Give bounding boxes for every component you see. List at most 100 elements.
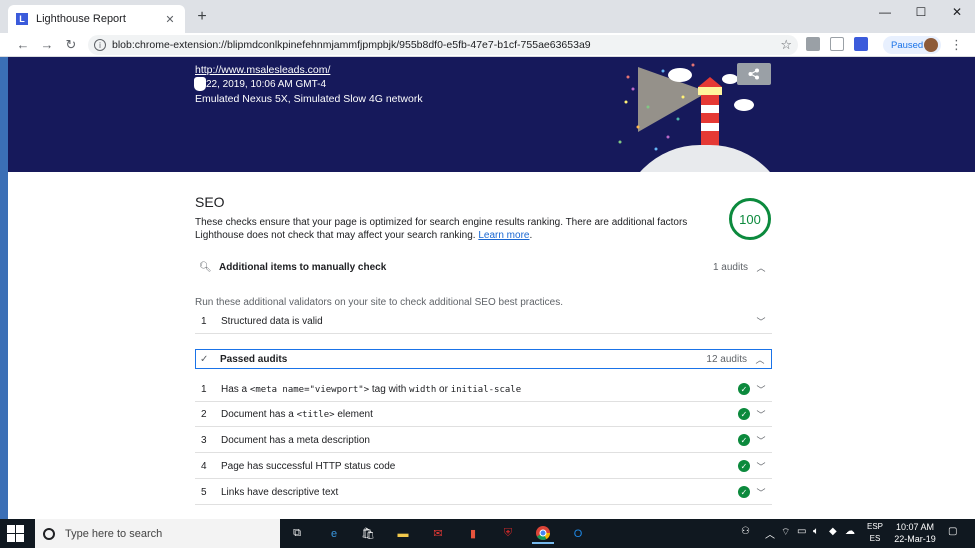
dropbox-icon[interactable]: ◆ xyxy=(829,526,837,537)
screen: L Lighthouse Report ✕ + — ☐ ✕ ← → ↻ i bl… xyxy=(0,0,975,548)
people-icon[interactable]: ⚇ xyxy=(741,526,750,537)
tab-strip: L Lighthouse Report ✕ + — ☐ ✕ xyxy=(0,0,975,33)
magnifier-icon: 🔍︎ xyxy=(199,261,212,273)
audit-title: Page has successful HTTP status code xyxy=(221,460,396,472)
reload-icon[interactable]: ↻ xyxy=(62,36,80,54)
tab-close-icon[interactable]: ✕ xyxy=(163,13,177,26)
profile-paused-button[interactable]: Paused xyxy=(883,36,941,54)
site-url-link[interactable]: http://www.msalesleads.com/ xyxy=(195,64,330,76)
battery-icon[interactable]: ▭ xyxy=(797,526,806,537)
tab-title: Lighthouse Report xyxy=(36,13,126,25)
edge-icon[interactable]: e xyxy=(323,523,345,544)
chevron-down-icon: ﹀ xyxy=(756,435,766,446)
extension-icon[interactable] xyxy=(830,37,844,51)
maximize-button[interactable]: ☐ xyxy=(903,0,939,24)
mail-app-icon[interactable]: ✉ xyxy=(427,523,449,544)
menu-icon[interactable]: ⋮ xyxy=(950,36,963,54)
chevron-down-icon: ﹀ xyxy=(756,316,766,327)
audit-row[interactable]: 5 Links have descriptive text ✓ ﹀ xyxy=(195,480,772,505)
share-button[interactable] xyxy=(737,63,771,85)
browser-toolbar: ← → ↻ i blob:chrome-extension://blipmdco… xyxy=(0,33,975,57)
passed-audits-header[interactable]: ✓ Passed audits 12 audits ︿ xyxy=(195,349,772,369)
tab-lighthouse-report[interactable]: L Lighthouse Report ✕ xyxy=(8,5,185,33)
paused-label: Paused xyxy=(891,39,924,51)
audit-row[interactable]: 2 Document has a <title> element ✓ ﹀ xyxy=(195,402,772,427)
audit-title: Document has a meta description xyxy=(221,434,370,446)
windows-taskbar: Type here to search ⧉ e 🛍︎ ▬ ✉ ▮ ⛨ O ⚇ ︿… xyxy=(0,519,975,548)
minimize-button[interactable]: — xyxy=(867,0,903,24)
audit-row[interactable]: 1 Has a <meta name="viewport"> tag with … xyxy=(195,377,772,402)
checkmark-icon: ✓ xyxy=(200,353,209,365)
audit-number: 1 xyxy=(201,383,207,395)
audit-number: 3 xyxy=(201,434,207,446)
pass-check-icon: ✓ xyxy=(738,460,750,472)
avatar xyxy=(924,38,938,52)
chevron-down-icon: ﹀ xyxy=(756,461,766,472)
audit-row[interactable]: 1 Structured data is valid ﹀ xyxy=(195,309,772,334)
chevron-up-icon: ︿ xyxy=(756,262,766,273)
extension-icon[interactable] xyxy=(806,37,820,51)
new-tab-button[interactable]: + xyxy=(194,9,210,25)
audit-title: Document has a <title> element xyxy=(221,408,373,420)
score-gauge: 100 xyxy=(729,198,771,240)
audit-title: Links have descriptive text xyxy=(221,486,339,498)
audit-number: 2 xyxy=(201,408,207,420)
outlook-icon[interactable]: O xyxy=(567,523,589,544)
chrome-icon[interactable] xyxy=(532,523,554,544)
learn-more-link[interactable]: Learn more xyxy=(478,230,529,241)
windows-start-icon[interactable] xyxy=(7,525,24,542)
audit-number: 1 xyxy=(201,315,207,327)
audit-row[interactable]: 3 Document has a meta description ✓ ﹀ xyxy=(195,428,772,453)
audit-number: 5 xyxy=(201,486,207,498)
desktop-edge xyxy=(0,57,8,519)
document-app-icon[interactable]: ▮ xyxy=(462,523,484,544)
task-view-icon[interactable]: ⧉ xyxy=(286,523,308,544)
pass-check-icon: ✓ xyxy=(738,408,750,420)
file-explorer-icon[interactable]: ▬ xyxy=(392,523,414,544)
passed-audits-count: 12 audits xyxy=(706,353,747,365)
report-date: 22, 2019, 10:06 AM GMT-4 xyxy=(206,79,327,90)
manual-checks-hint: Run these additional validators on your … xyxy=(195,297,563,308)
address-bar[interactable]: i blob:chrome-extension://blipmdconlkpin… xyxy=(88,35,798,55)
manual-checks-title: Additional items to manually check xyxy=(219,261,387,273)
notifications-icon[interactable]: ▢ xyxy=(948,526,957,537)
forward-arrow-icon[interactable]: → xyxy=(38,36,56,54)
store-icon[interactable]: 🛍︎ xyxy=(357,523,379,544)
taskbar-clock[interactable]: 10:07 AM 22-Mar-19 xyxy=(892,521,938,545)
pass-check-icon: ✓ xyxy=(738,383,750,395)
report-page: http://www.msalesleads.com/ 22, 2019, 10… xyxy=(8,57,975,519)
audit-row[interactable]: 4 Page has successful HTTP status code ✓… xyxy=(195,454,772,479)
passed-audits-title: Passed audits xyxy=(220,353,288,365)
info-icon[interactable]: i xyxy=(94,39,106,51)
manual-checks-header[interactable]: 🔍︎ Additional items to manually check 1 … xyxy=(195,257,772,277)
chevron-up-icon: ︿ xyxy=(755,354,765,365)
cloud-icon[interactable]: ☁ xyxy=(845,526,855,537)
category-description: These checks ensure that your page is op… xyxy=(195,217,688,241)
category-title: SEO xyxy=(195,194,225,210)
input-language[interactable]: ESP ES xyxy=(867,521,883,545)
description-text: These checks ensure that your page is op… xyxy=(195,217,688,241)
pass-check-icon: ✓ xyxy=(738,486,750,498)
share-icon xyxy=(748,68,759,80)
chevron-down-icon: ﹀ xyxy=(756,384,766,395)
back-arrow-icon[interactable]: ← xyxy=(14,36,32,54)
pass-check-icon: ✓ xyxy=(738,434,750,446)
antivirus-icon[interactable]: ⛨ xyxy=(497,523,519,544)
bookmark-star-icon[interactable]: ☆ xyxy=(780,37,792,53)
audit-title: Has a <meta name="viewport"> tag with wi… xyxy=(221,383,522,395)
score-value: 100 xyxy=(739,211,761,227)
lighthouse-extension-icon[interactable] xyxy=(854,37,868,51)
volume-icon[interactable]: 🔈︎ xyxy=(813,526,819,537)
manual-checks-count: 1 audits xyxy=(712,261,748,273)
environment-text: Emulated Nexus 5X, Simulated Slow 4G net… xyxy=(195,93,423,105)
clock-time: 10:07 AM xyxy=(895,522,935,532)
show-hidden-icons-icon[interactable]: ︿ xyxy=(765,526,775,541)
network-icon[interactable]: ⌔ xyxy=(781,526,790,539)
close-window-button[interactable]: ✕ xyxy=(939,0,975,24)
hand-cursor-icon xyxy=(194,77,206,91)
chevron-down-icon: ﹀ xyxy=(756,487,766,498)
url-text: blob:chrome-extension://blipmdconlkpinef… xyxy=(112,39,591,51)
audit-number: 4 xyxy=(201,460,207,472)
lighthouse-favicon-icon: L xyxy=(16,13,28,25)
taskbar-search-box[interactable]: Type here to search xyxy=(35,519,280,548)
